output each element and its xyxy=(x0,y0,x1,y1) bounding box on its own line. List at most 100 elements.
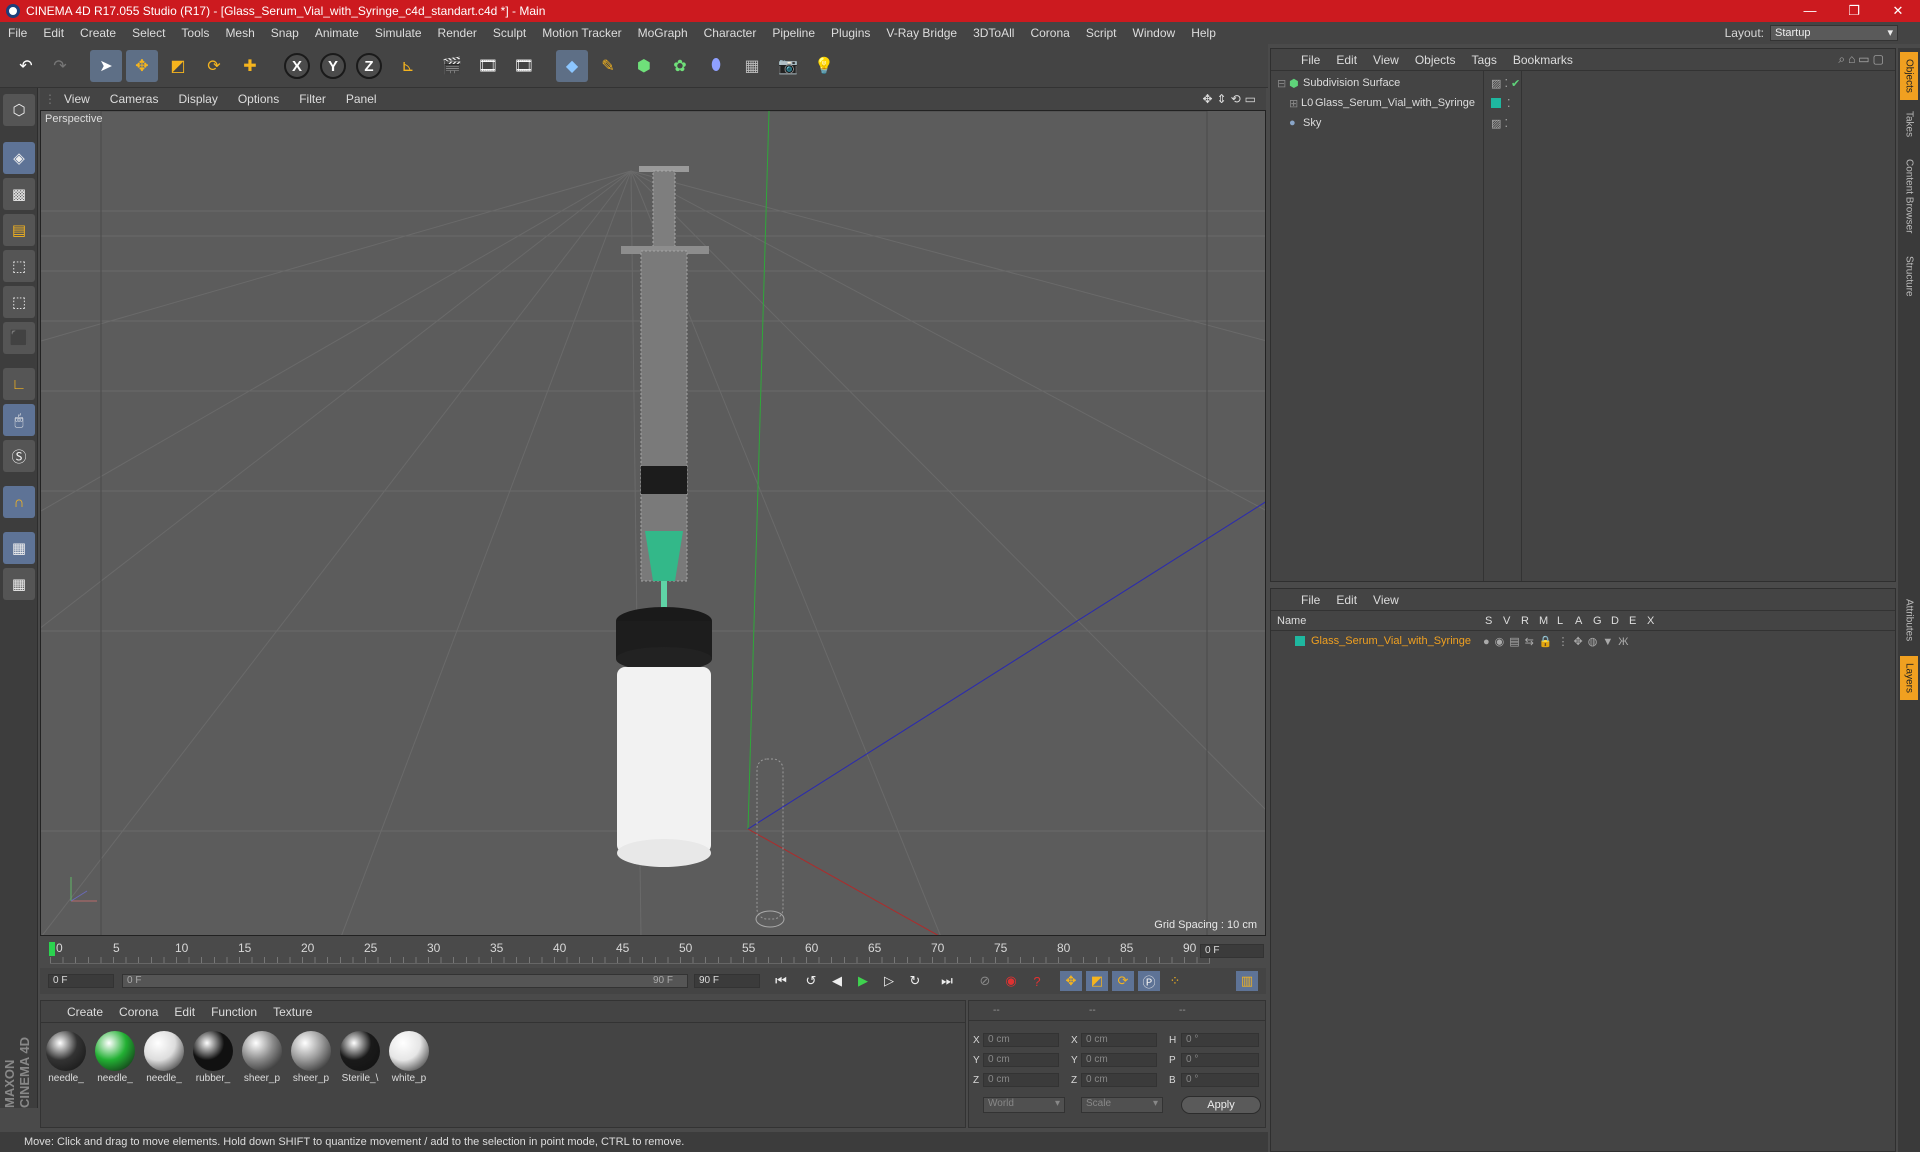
key-scale-button[interactable]: ◩ xyxy=(1086,971,1108,991)
coordinate-system-button[interactable]: ⊾ xyxy=(392,50,424,82)
object-menu-objects[interactable]: Objects xyxy=(1407,53,1464,67)
material-swatch[interactable]: rubber_ xyxy=(190,1029,236,1091)
material-swatch[interactable]: needle_ xyxy=(141,1029,187,1091)
menu-mograph[interactable]: MoGraph xyxy=(630,26,696,40)
key-parameter-button[interactable]: Ⓟ xyxy=(1138,971,1160,991)
start-frame-field[interactable]: 0 F xyxy=(48,974,114,988)
rot-h-field[interactable]: 0 ° xyxy=(1181,1033,1259,1047)
rot-b-field[interactable]: 0 ° xyxy=(1181,1073,1259,1087)
play-button[interactable]: ▶ xyxy=(852,971,874,991)
editor-visibility-icon[interactable]: ▨ ⁚ xyxy=(1491,117,1508,130)
object-menu-bookmarks[interactable]: Bookmarks xyxy=(1505,53,1581,67)
material-swatch[interactable]: white_p xyxy=(386,1029,432,1091)
render-picture-viewer-button[interactable]: 🎞 xyxy=(472,50,504,82)
workplane-align-button[interactable]: ▦ xyxy=(3,568,35,600)
object-row[interactable]: ● Sky ▨ ⁚ xyxy=(1271,113,1895,133)
transform-tool-button[interactable]: ✚ xyxy=(234,50,266,82)
layer-menu-edit[interactable]: Edit xyxy=(1328,593,1365,607)
size-z-field[interactable]: 0 cm xyxy=(1081,1073,1157,1087)
material-swatch[interactable]: sheer_p xyxy=(239,1029,285,1091)
menu-plugins[interactable]: Plugins xyxy=(823,26,878,40)
layer-flag-icons[interactable]: ●◉▤⇆🔒⋮✥◍▼Ж xyxy=(1483,635,1633,648)
menu-select[interactable]: Select xyxy=(124,26,173,40)
menu-create[interactable]: Create xyxy=(72,26,124,40)
y-axis-button[interactable]: Y xyxy=(320,53,346,79)
tweak-mode-button[interactable]: 🖱 xyxy=(3,404,35,436)
viewport-menu-view[interactable]: View xyxy=(54,92,100,106)
editor-visibility-icon[interactable]: ▨ ⁚ ✔ xyxy=(1491,77,1520,90)
menu-script[interactable]: Script xyxy=(1078,26,1125,40)
deformer-button[interactable]: ⬮ xyxy=(700,50,732,82)
tab-structure[interactable]: Structure xyxy=(1900,248,1918,304)
size-y-field[interactable]: 0 cm xyxy=(1081,1053,1157,1067)
menu-help[interactable]: Help xyxy=(1183,26,1224,40)
current-frame-marker[interactable] xyxy=(49,942,55,956)
subdivision-surface-button[interactable]: ⬢ xyxy=(628,50,660,82)
material-menu-corona[interactable]: Corona xyxy=(111,1005,166,1019)
menu-window[interactable]: Window xyxy=(1125,26,1184,40)
menu-simulate[interactable]: Simulate xyxy=(367,26,430,40)
menu-pipeline[interactable]: Pipeline xyxy=(764,26,823,40)
render-settings-button[interactable]: 🎞 xyxy=(508,50,540,82)
redo-button[interactable]: ↷ xyxy=(44,50,76,82)
menu-render[interactable]: Render xyxy=(430,26,485,40)
texture-mode-button[interactable]: ▩ xyxy=(3,178,35,210)
object-menu-view[interactable]: View xyxy=(1365,53,1407,67)
tab-attributes[interactable]: Attributes xyxy=(1900,588,1918,652)
current-frame-field[interactable]: 0 F xyxy=(1200,944,1264,958)
undo-button[interactable]: ↶ xyxy=(10,50,42,82)
layout-select[interactable]: Startup ▾ xyxy=(1770,25,1898,41)
apply-button[interactable]: Apply xyxy=(1181,1096,1261,1114)
material-swatch[interactable]: Sterile_\ xyxy=(337,1029,383,1091)
size-mode-select[interactable]: Scale ▾ xyxy=(1081,1097,1163,1113)
pos-x-field[interactable]: 0 cm xyxy=(983,1033,1059,1047)
pos-z-field[interactable]: 0 cm xyxy=(983,1073,1059,1087)
autokey-button[interactable]: ◉ xyxy=(1000,971,1022,991)
object-menu-file[interactable]: File xyxy=(1293,53,1328,67)
menu-3dtoall[interactable]: 3DToAll xyxy=(965,26,1022,40)
cube-primitive-button[interactable]: ◆ xyxy=(556,50,588,82)
keyframe-selection-button[interactable]: ? xyxy=(1026,971,1048,991)
make-editable-button[interactable]: ⬡ xyxy=(3,94,35,126)
visibility-dots-icon[interactable]: ⁚ xyxy=(1507,97,1511,110)
size-x-field[interactable]: 0 cm xyxy=(1081,1033,1157,1047)
workplane-mode-button[interactable]: ▤ xyxy=(3,214,35,246)
close-button[interactable]: ✕ xyxy=(1876,3,1920,19)
material-menu-function[interactable]: Function xyxy=(203,1005,265,1019)
viewport-menu-options[interactable]: Options xyxy=(228,92,289,106)
tab-takes[interactable]: Takes xyxy=(1900,104,1918,144)
scale-tool-button[interactable]: ◩ xyxy=(162,50,194,82)
object-menu-edit[interactable]: Edit xyxy=(1328,53,1365,67)
spline-pen-button[interactable]: ✎ xyxy=(592,50,624,82)
preview-range-slider[interactable]: 0 F 90 F xyxy=(122,974,688,988)
viewport-menu-panel[interactable]: Panel xyxy=(336,92,387,106)
edges-mode-button[interactable]: ⬚ xyxy=(3,286,35,318)
tab-layers[interactable]: Layers xyxy=(1900,656,1918,700)
object-row[interactable]: ⊟ ⬢ Subdivision Surface ▨ ⁚ ✔ xyxy=(1271,73,1895,93)
viewport-menu-filter[interactable]: Filter xyxy=(289,92,336,106)
material-swatch[interactable]: sheer_p xyxy=(288,1029,334,1091)
next-frame-button[interactable]: ▷ xyxy=(878,971,900,991)
object-manager-tools-icons[interactable]: ⌕⌂▭▢ xyxy=(1830,52,1895,67)
minimize-button[interactable]: — xyxy=(1788,3,1832,19)
menu-character[interactable]: Character xyxy=(696,26,765,40)
points-mode-button[interactable]: ⬚ xyxy=(3,250,35,282)
menu-animate[interactable]: Animate xyxy=(307,26,367,40)
solo-mode-button[interactable]: Ⓢ xyxy=(3,440,35,472)
menu-sculpt[interactable]: Sculpt xyxy=(485,26,534,40)
material-swatch[interactable]: needle_ xyxy=(43,1029,89,1091)
timeline-ruler[interactable]: 0 5 10 15 20 25 30 35 40 45 50 55 60 65 … xyxy=(40,938,1266,966)
previous-frame-button[interactable]: ◀ xyxy=(826,971,848,991)
rot-p-field[interactable]: 0 ° xyxy=(1181,1053,1259,1067)
light-button[interactable]: 💡 xyxy=(808,50,840,82)
x-axis-button[interactable]: X xyxy=(284,53,310,79)
snap-button[interactable]: ∩ xyxy=(3,486,35,518)
array-generator-button[interactable]: ✿ xyxy=(664,50,696,82)
axis-mode-button[interactable]: ∟ xyxy=(3,368,35,400)
timeline-track[interactable] xyxy=(50,940,1210,964)
model-mode-button[interactable]: ◈ xyxy=(3,142,35,174)
material-swatch[interactable]: needle_ xyxy=(92,1029,138,1091)
menu-vray-bridge[interactable]: V-Ray Bridge xyxy=(878,26,965,40)
material-menu-texture[interactable]: Texture xyxy=(265,1005,320,1019)
menu-corona[interactable]: Corona xyxy=(1022,26,1077,40)
